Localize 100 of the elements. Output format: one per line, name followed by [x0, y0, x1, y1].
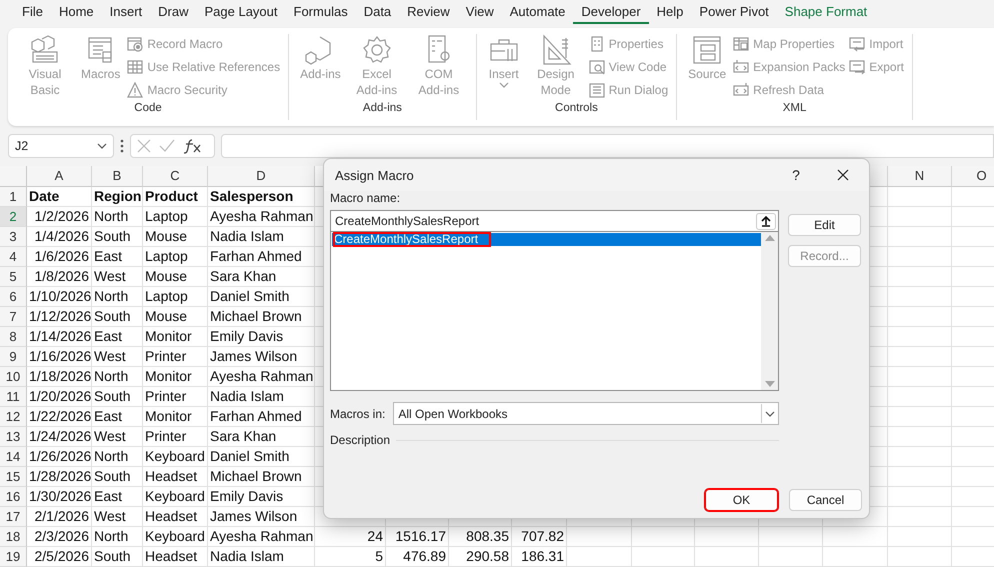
menu-tab[interactable]: View: [458, 0, 502, 24]
column-header[interactable]: C: [143, 166, 208, 187]
row-header[interactable]: 10: [0, 367, 27, 387]
function-icon[interactable]: [183, 138, 203, 154]
table-cell: 707.82: [512, 527, 567, 547]
table-cell: 1/28/2026: [27, 467, 92, 487]
table-cell: North: [92, 527, 143, 547]
menu-tab[interactable]: Help: [648, 0, 692, 24]
empty-cell[interactable]: [632, 547, 695, 567]
empty-cell[interactable]: [888, 387, 952, 407]
arrow-up-icon: [761, 216, 771, 226]
row-header[interactable]: 14: [0, 447, 27, 467]
caret-icon: [765, 410, 775, 416]
empty-cell[interactable]: [888, 527, 952, 547]
menu-tab[interactable]: Review: [399, 0, 458, 24]
row-header[interactable]: 6: [0, 287, 27, 307]
row-header[interactable]: 17: [0, 507, 27, 527]
empty-cell[interactable]: [888, 187, 952, 207]
dialog-button[interactable]: Cancel: [789, 489, 862, 511]
empty-cell[interactable]: [888, 307, 952, 327]
help-button[interactable]: ?: [781, 160, 811, 190]
empty-cell[interactable]: [888, 227, 952, 247]
empty-cell[interactable]: [759, 547, 823, 567]
row-header[interactable]: 13: [0, 427, 27, 447]
table-cell: Monitor: [143, 407, 208, 427]
dialog-button[interactable]: Edit: [788, 214, 861, 236]
select-all-corner[interactable]: [0, 166, 27, 187]
menu-tab[interactable]: Automate: [502, 0, 574, 24]
row-header[interactable]: 3: [0, 227, 27, 247]
collapse-button[interactable]: [756, 212, 776, 230]
row-header[interactable]: 5: [0, 267, 27, 287]
empty-cell[interactable]: [888, 407, 952, 427]
empty-cell[interactable]: [759, 527, 823, 547]
menu-tab[interactable]: Developer: [573, 0, 649, 24]
empty-cell[interactable]: [888, 287, 952, 307]
menu-tab[interactable]: Page Layout: [196, 0, 286, 24]
check-icon[interactable]: [159, 139, 175, 153]
empty-cell[interactable]: [888, 467, 952, 487]
column-header[interactable]: N: [888, 166, 952, 187]
column-header[interactable]: A: [27, 166, 92, 187]
row-header[interactable]: 19: [0, 547, 27, 567]
row-header[interactable]: 2: [0, 207, 27, 227]
input-field[interactable]: CreateMonthlySalesReport: [330, 210, 779, 231]
empty-cell[interactable]: [888, 207, 952, 227]
row-header[interactable]: 15: [0, 467, 27, 487]
table-cell: 1516.17: [386, 527, 449, 547]
menu-tab[interactable]: Home: [50, 0, 102, 24]
empty-cell[interactable]: [632, 527, 695, 547]
column-header[interactable]: D: [208, 166, 315, 187]
menu-tab[interactable]: Draw: [150, 0, 196, 24]
column-header[interactable]: O: [952, 166, 994, 187]
row-header[interactable]: 18: [0, 527, 27, 547]
dialog-button[interactable]: OK: [705, 489, 778, 511]
empty-cell[interactable]: [888, 507, 952, 527]
empty-cell[interactable]: [888, 267, 952, 287]
row-header[interactable]: 1: [0, 187, 27, 207]
empty-cell[interactable]: [823, 547, 888, 567]
table-cell: 1/4/2026: [27, 227, 92, 247]
table-cell: Headset: [143, 467, 208, 487]
menu-tab[interactable]: Data: [356, 0, 400, 24]
row-header[interactable]: 8: [0, 327, 27, 347]
row-header[interactable]: 7: [0, 307, 27, 327]
empty-cell[interactable]: [695, 547, 759, 567]
table-cell: 1/6/2026: [27, 247, 92, 267]
menu-tab[interactable]: Formulas: [286, 0, 356, 24]
dropdown-field[interactable]: All Open Workbooks: [393, 402, 779, 425]
empty-cell[interactable]: [888, 547, 952, 567]
empty-cell[interactable]: [823, 527, 888, 547]
column-header[interactable]: B: [92, 166, 143, 187]
panel-icon: [691, 34, 724, 66]
menu-tab[interactable]: Shape Format: [776, 0, 876, 24]
empty-cell[interactable]: [888, 427, 952, 447]
scroll-up-icon[interactable]: [764, 235, 774, 241]
table-cell: East: [92, 407, 143, 427]
cancel-icon[interactable]: [137, 139, 151, 153]
table-cell: 2/5/2026: [27, 547, 92, 567]
row-header[interactable]: 9: [0, 347, 27, 367]
table-cell: 2/3/2026: [27, 527, 92, 547]
empty-cell[interactable]: [567, 547, 632, 567]
row-header[interactable]: 12: [0, 407, 27, 427]
table-cell: South: [92, 227, 143, 247]
formula-input[interactable]: [221, 134, 994, 158]
empty-cell[interactable]: [567, 527, 632, 547]
list-item[interactable]: CreateMonthlySalesReport: [332, 233, 761, 246]
scroll-down-icon[interactable]: [764, 381, 774, 387]
empty-cell[interactable]: [888, 347, 952, 367]
row-header[interactable]: 11: [0, 387, 27, 407]
empty-cell[interactable]: [888, 247, 952, 267]
empty-cell[interactable]: [888, 447, 952, 467]
list-icon: [588, 82, 605, 98]
row-header[interactable]: 4: [0, 247, 27, 267]
menu-tab[interactable]: Insert: [102, 0, 150, 24]
menu-tab[interactable]: File: [14, 0, 51, 24]
name-box[interactable]: J2: [8, 134, 114, 158]
row-header[interactable]: 16: [0, 487, 27, 507]
empty-cell[interactable]: [888, 487, 952, 507]
empty-cell[interactable]: [695, 527, 759, 547]
empty-cell[interactable]: [888, 327, 952, 347]
empty-cell[interactable]: [888, 367, 952, 387]
menu-tab[interactable]: Power Pivot: [691, 0, 777, 24]
